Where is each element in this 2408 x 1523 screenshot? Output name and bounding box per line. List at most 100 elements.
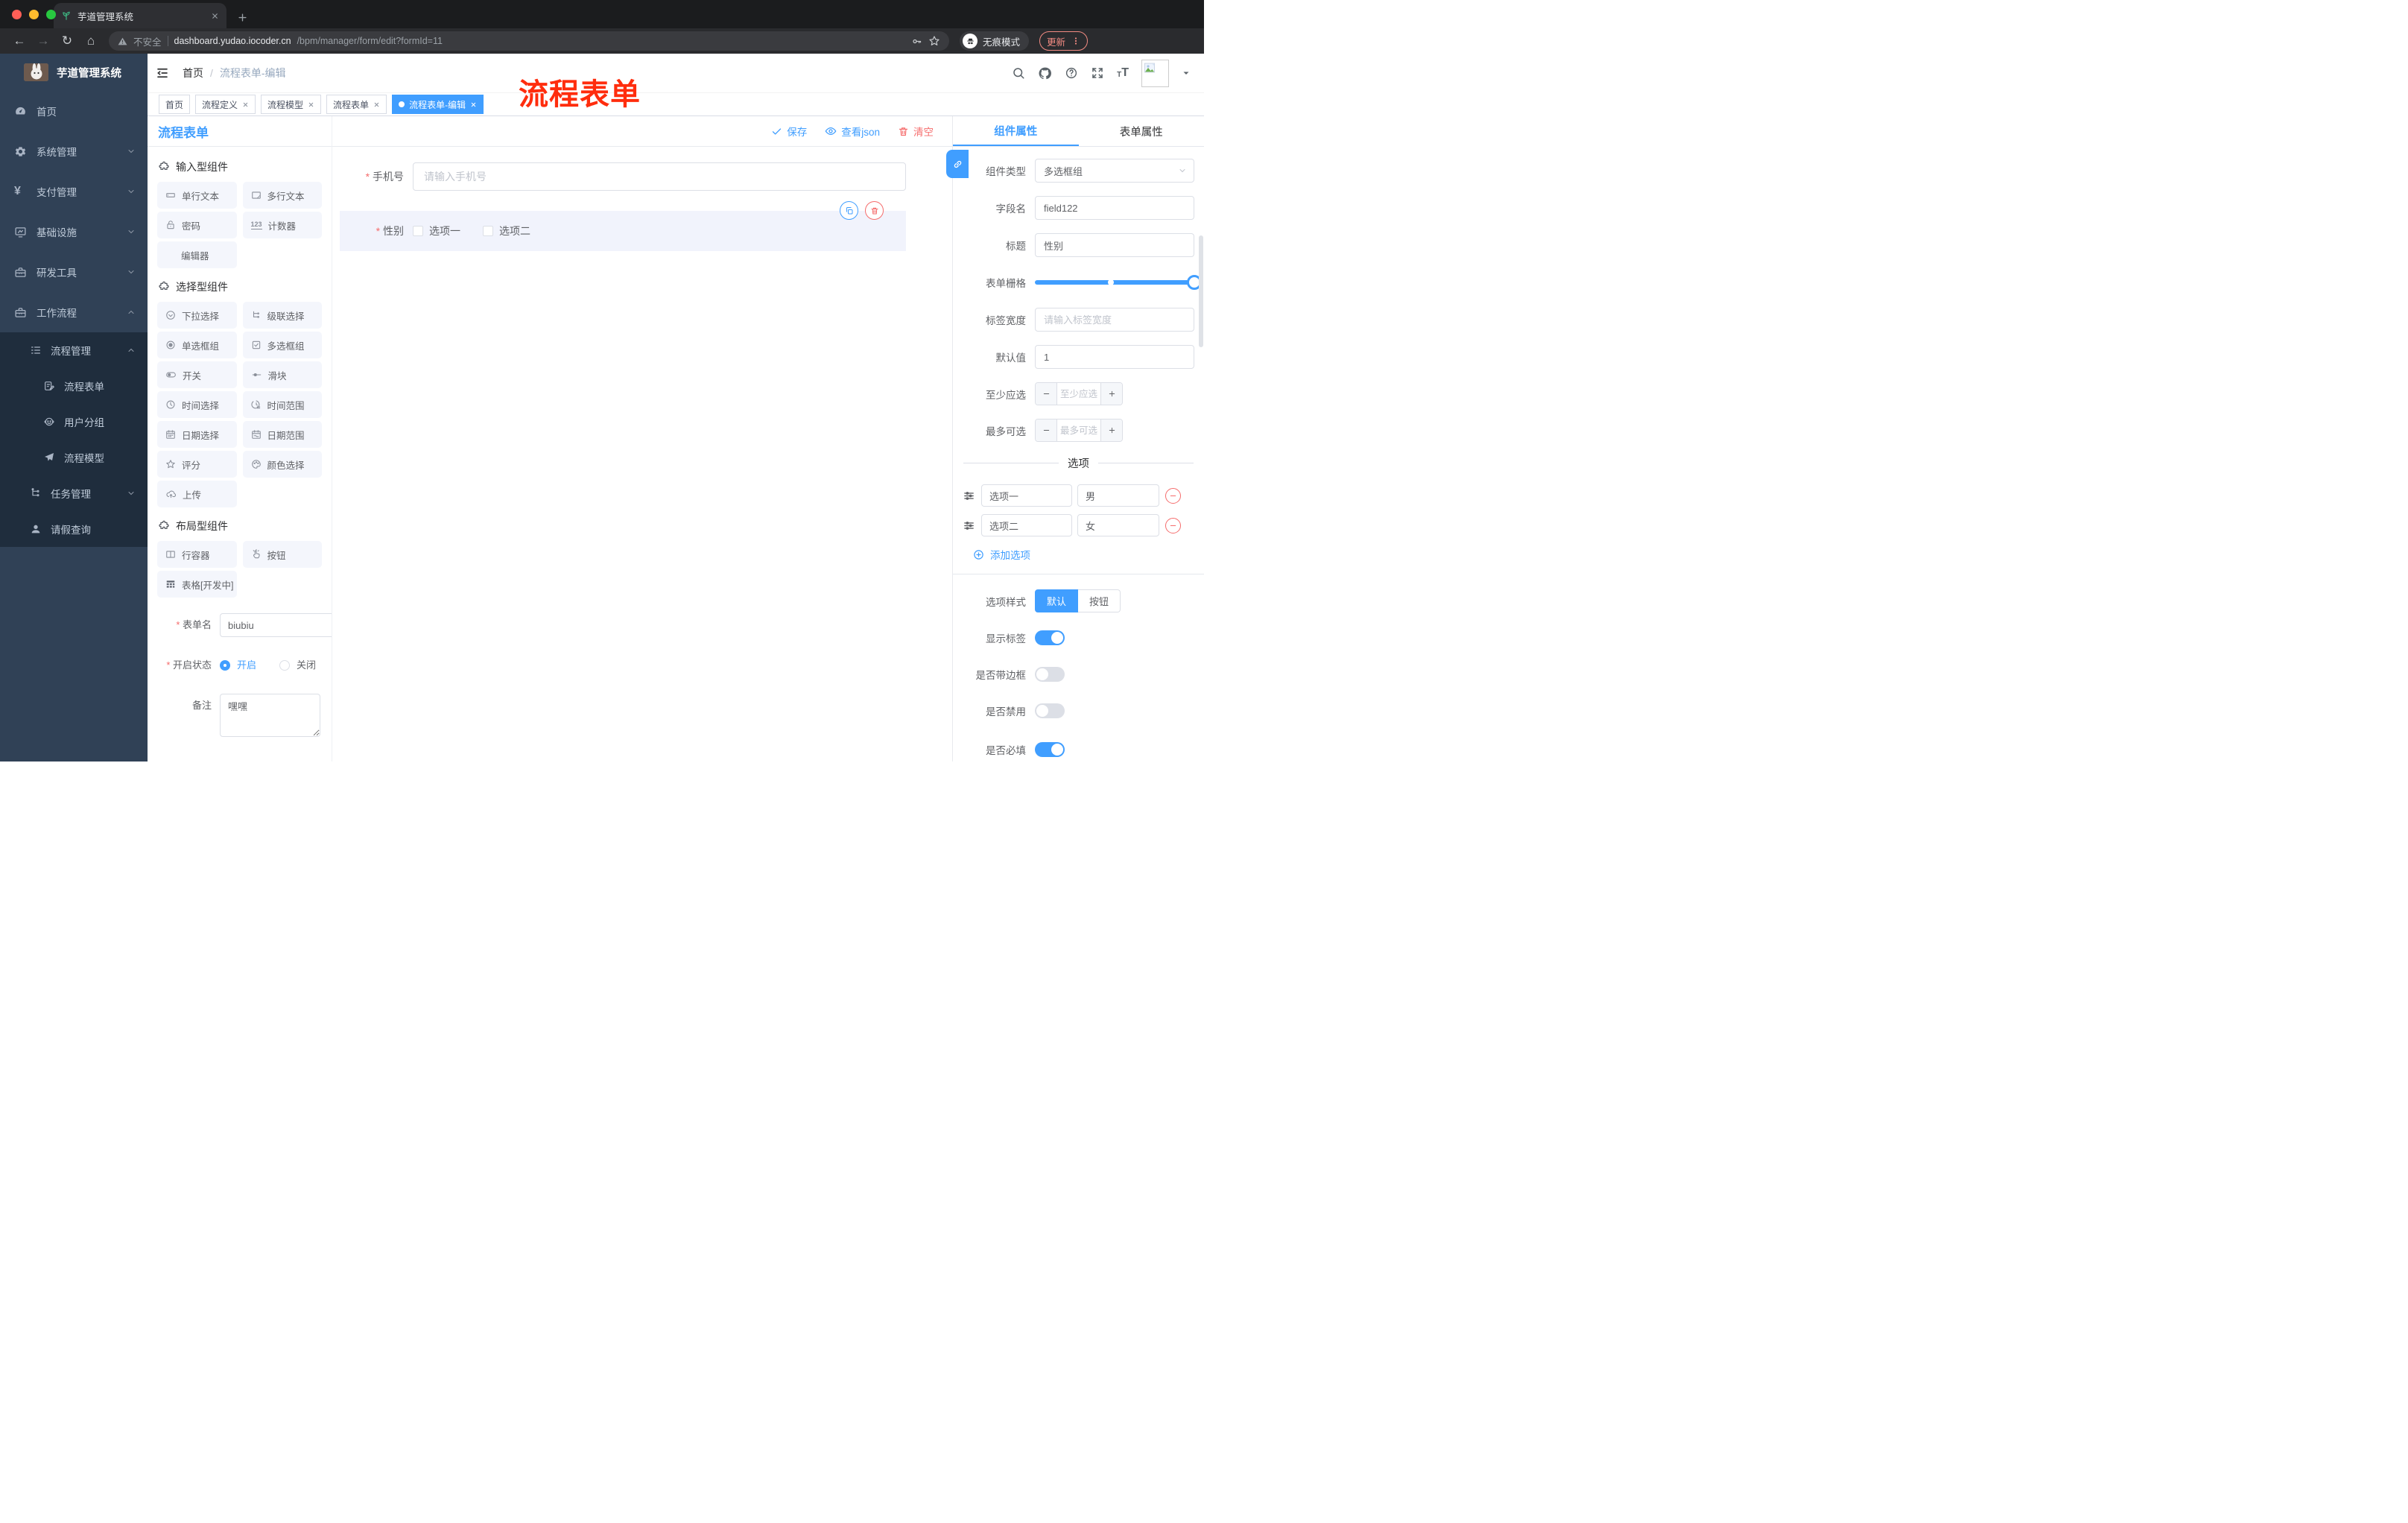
style-default-button[interactable]: 默认 <box>1035 589 1079 612</box>
sidebar-item-task-mgmt[interactable]: 任务管理 <box>0 475 148 511</box>
component-time-range[interactable]: 时间范围 <box>242 391 322 418</box>
component-date-picker[interactable]: 日期选择 <box>157 421 237 448</box>
github-icon[interactable] <box>1038 66 1052 80</box>
component-dropdown-select[interactable]: 下拉选择 <box>157 302 237 329</box>
remove-option-button[interactable] <box>1165 517 1181 533</box>
sidebar-collapse-icon[interactable] <box>156 66 169 80</box>
sidebar-item-infra[interactable]: 基础设施 <box>0 212 148 252</box>
minimize-window-button[interactable] <box>29 10 39 19</box>
field-name-input[interactable] <box>1035 196 1194 220</box>
component-type-select[interactable]: 多选框组 <box>1035 159 1194 183</box>
back-icon[interactable]: ← <box>9 34 30 48</box>
address-bar[interactable]: 不安全 dashboard.yudao.iocoder.cn/bpm/manag… <box>109 31 949 51</box>
forward-icon[interactable]: → <box>33 34 54 48</box>
clear-button[interactable]: 清空 <box>898 124 934 139</box>
min-select-input[interactable] <box>1057 383 1100 405</box>
breadcrumb-home[interactable]: 首页 <box>183 66 203 80</box>
increase-button[interactable] <box>1100 383 1122 405</box>
option-label-input[interactable] <box>981 484 1072 507</box>
key-icon[interactable] <box>911 36 922 47</box>
disabled-switch[interactable] <box>1035 703 1065 718</box>
search-icon[interactable] <box>1012 66 1025 80</box>
option-value-input[interactable] <box>1077 484 1159 507</box>
component-table-wip[interactable]: 表格[开发中] <box>157 571 237 598</box>
caret-down-icon[interactable] <box>1182 69 1191 77</box>
component-rate[interactable]: 评分 <box>157 451 237 478</box>
tag-close-icon[interactable] <box>373 101 380 108</box>
sidebar-item-home[interactable]: 首页 <box>0 91 148 131</box>
fullscreen-icon[interactable] <box>1091 66 1104 80</box>
avatar[interactable] <box>1141 59 1169 87</box>
sidebar-item-system[interactable]: 系统管理 <box>0 131 148 171</box>
component-radio-group[interactable]: 单选框组 <box>157 332 237 358</box>
form-name-input[interactable] <box>220 613 332 637</box>
checkbox[interactable] <box>483 226 493 236</box>
tag-process-model[interactable]: 流程模型 <box>261 95 322 114</box>
radio-on[interactable] <box>220 660 230 671</box>
component-slider[interactable]: 滑块 <box>242 361 322 388</box>
component-editor[interactable]: 编辑器 <box>157 241 237 268</box>
sidebar-item-process-form[interactable]: 流程表单 <box>0 368 148 404</box>
drag-handle-icon[interactable] <box>963 519 975 532</box>
component-counter[interactable]: 计数器 <box>242 212 322 238</box>
drag-handle-icon[interactable] <box>963 490 975 502</box>
help-icon[interactable] <box>1065 66 1078 80</box>
component-cascader[interactable]: 级联选择 <box>242 302 322 329</box>
option-value-input[interactable] <box>1077 514 1159 536</box>
bookmark-star-icon[interactable] <box>928 35 940 47</box>
tab-form-props[interactable]: 表单属性 <box>1079 116 1205 146</box>
tag-close-icon[interactable] <box>308 101 314 108</box>
gender-option-2[interactable]: 选项二 <box>483 224 530 238</box>
sidebar-item-payment[interactable]: ¥ 支付管理 <box>0 171 148 212</box>
component-password[interactable]: 密码 <box>157 212 237 238</box>
scrollbar-thumb[interactable] <box>1199 235 1203 347</box>
add-option-button[interactable]: 添加选项 <box>973 547 1204 562</box>
home-icon[interactable]: ⌂ <box>80 34 101 48</box>
component-switch[interactable]: 开关 <box>157 361 237 388</box>
component-time-picker[interactable]: 时间选择 <box>157 391 237 418</box>
gender-option-1[interactable]: 选项一 <box>413 224 460 238</box>
component-row-container[interactable]: 行容器 <box>157 541 237 568</box>
radio-off[interactable] <box>279 660 291 671</box>
decrease-button[interactable] <box>1036 383 1057 405</box>
remove-option-button[interactable] <box>1165 487 1181 504</box>
max-select-input[interactable] <box>1057 419 1100 441</box>
form-grid-slider[interactable] <box>1035 275 1202 290</box>
sidebar-item-leave-query[interactable]: 请假查询 <box>0 511 148 547</box>
tag-home[interactable]: 首页 <box>159 95 191 114</box>
checkbox[interactable] <box>413 226 423 236</box>
radio-on-label[interactable]: 开启 <box>237 653 256 677</box>
tag-close-icon[interactable] <box>470 101 477 108</box>
label-width-input[interactable] <box>1035 308 1194 332</box>
sidebar-item-user-group[interactable]: 用户分组 <box>0 404 148 440</box>
save-button[interactable]: 保存 <box>771 124 807 139</box>
component-upload[interactable]: 上传 <box>157 481 237 507</box>
tab-close-icon[interactable] <box>211 12 219 20</box>
component-date-range[interactable]: 日期范围 <box>242 421 322 448</box>
tag-process-definition[interactable]: 流程定义 <box>195 95 256 114</box>
default-value-input[interactable] <box>1035 345 1194 369</box>
sidebar-item-workflow[interactable]: 工作流程 <box>0 292 148 332</box>
option-label-input[interactable] <box>981 514 1072 536</box>
font-size-icon[interactable] <box>1117 67 1129 79</box>
sidebar-item-process-model[interactable]: 流程模型 <box>0 440 148 475</box>
component-color-picker[interactable]: 颜色选择 <box>242 451 322 478</box>
reload-icon[interactable]: ↻ <box>57 34 77 48</box>
component-checkbox-group[interactable]: 多选框组 <box>242 332 322 358</box>
selected-component-block[interactable]: 性别 选项一 选项二 <box>340 201 906 251</box>
view-json-button[interactable]: 查看json <box>825 124 880 139</box>
phone-input[interactable] <box>413 162 906 191</box>
radio-off-label[interactable]: 关闭 <box>297 653 316 677</box>
style-button-button[interactable]: 按钮 <box>1078 589 1121 612</box>
tag-process-form-edit[interactable]: 流程表单-编辑 <box>392 95 484 114</box>
border-switch[interactable] <box>1035 667 1065 682</box>
tag-close-icon[interactable] <box>242 101 249 108</box>
required-switch[interactable] <box>1035 742 1065 757</box>
delete-component-button[interactable] <box>865 201 884 220</box>
title-input[interactable] <box>1035 233 1194 257</box>
copy-component-button[interactable] <box>840 201 858 220</box>
close-window-button[interactable] <box>12 10 22 19</box>
increase-button[interactable] <box>1100 419 1122 441</box>
component-single-line-text[interactable]: 单行文本 <box>157 182 237 209</box>
phone-field-row[interactable]: 手机号 <box>340 162 906 191</box>
